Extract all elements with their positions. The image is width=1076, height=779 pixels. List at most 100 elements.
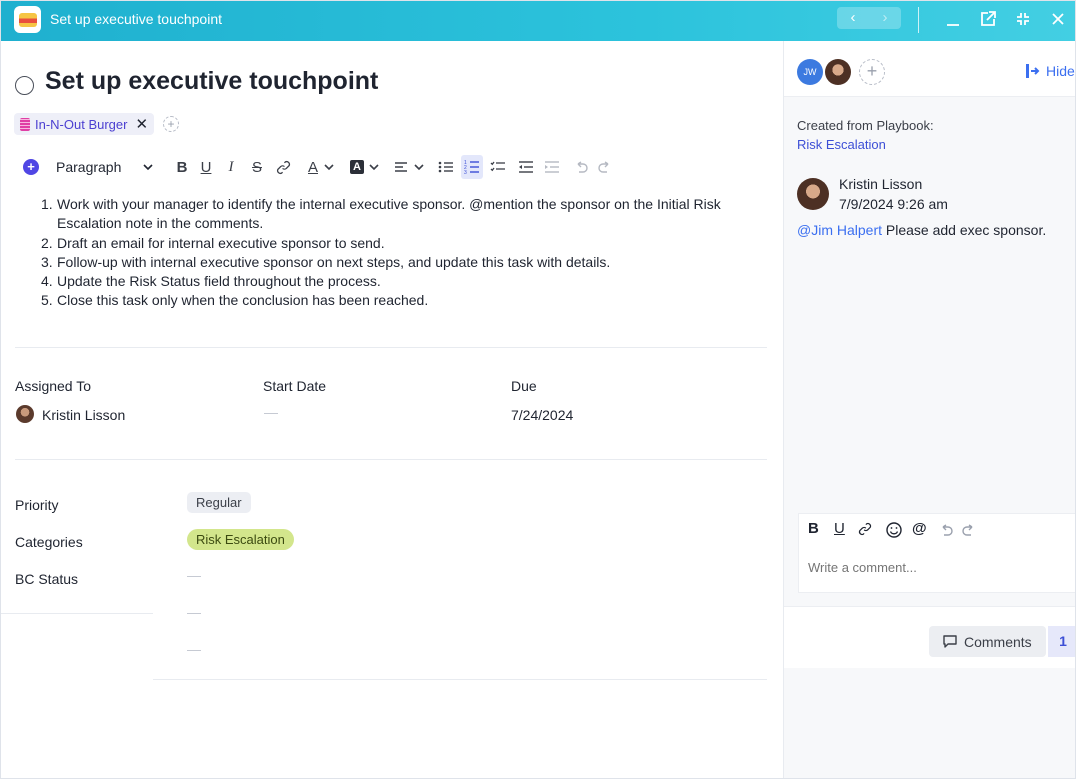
paragraph-style-value: Paragraph (56, 159, 122, 175)
activity-panel: JW + Hide Created from Playbook: Risk Es… (783, 41, 1075, 778)
start-date-label: Start Date (263, 378, 327, 394)
assigned-to-label: Assigned To (15, 378, 92, 394)
due-label: Due (511, 378, 537, 394)
task-description[interactable]: 1. Work with your manager to identify the… (41, 195, 761, 311)
list-number: 2. (41, 234, 53, 251)
align-left-icon[interactable] (393, 155, 409, 179)
text-color-button[interactable]: A (305, 155, 321, 179)
categories-label: Categories (15, 534, 83, 550)
highlight-chevron-icon[interactable] (368, 155, 380, 179)
remove-tag-icon[interactable]: ✕ (135, 115, 148, 133)
previous-record-button[interactable]: ‹ (837, 7, 869, 29)
add-follower-button[interactable]: + (859, 59, 885, 85)
priority-chip[interactable]: Regular (187, 492, 251, 513)
record-nav: ‹ › (837, 7, 901, 29)
account-tag-label: In-N-Out Burger (35, 116, 128, 132)
collapse-icon[interactable] (1011, 7, 1035, 31)
priority-label: Priority (15, 497, 59, 513)
task-title[interactable]: Set up executive touchpoint (45, 67, 378, 96)
comment-link-icon[interactable] (858, 522, 872, 540)
undo-icon[interactable] (573, 155, 589, 179)
list-number: 3. (41, 253, 53, 270)
empty-field-value[interactable] (187, 613, 201, 614)
app-logo-icon (14, 6, 41, 33)
comments-button[interactable]: Comments (929, 626, 1046, 657)
emoji-icon[interactable] (886, 522, 902, 542)
followers-bar: JW + Hide (784, 41, 1075, 97)
bc-status-empty[interactable] (187, 576, 201, 577)
editor-toolbar: + Paragraph B U I S A A 123 (23, 155, 623, 179)
hide-label: Hide (1046, 63, 1075, 79)
comment-input[interactable] (808, 560, 1068, 575)
outdent-icon[interactable] (517, 155, 535, 179)
comment-menu-icon[interactable]: ⋮ (1070, 184, 1075, 204)
italic-button[interactable]: I (223, 155, 239, 179)
pop-out-icon[interactable] (976, 7, 1000, 31)
highlight-label: A (350, 160, 364, 174)
next-record-button[interactable]: › (869, 7, 901, 29)
list-item: 5. Close this task only when the conclusi… (41, 291, 761, 310)
indent-icon[interactable] (543, 155, 561, 179)
list-item: 1. Work with your manager to identify the… (41, 195, 761, 234)
task-window: Set up executive touchpoint ‹ › Set up e… (0, 0, 1076, 779)
text-color-chevron-icon[interactable] (323, 155, 335, 179)
category-chip[interactable]: Risk Escalation (187, 529, 294, 550)
comment-author-avatar (797, 178, 829, 210)
link-icon[interactable] (273, 155, 293, 179)
account-icon (20, 117, 30, 131)
close-icon[interactable] (1046, 7, 1070, 31)
complete-task-checkbox[interactable] (15, 76, 34, 95)
list-item: 3. Follow-up with internal executive spon… (41, 253, 761, 272)
redo-icon[interactable] (597, 155, 613, 179)
empty-field-value[interactable] (187, 650, 201, 651)
hide-panel-icon (1026, 64, 1040, 78)
panel-footer: Comments 1 (784, 606, 1075, 668)
mention-button[interactable]: @ (912, 520, 927, 537)
list-number: 1. (41, 196, 53, 212)
start-date-empty[interactable] (264, 413, 278, 414)
list-item: 2. Draft an email for internal executive … (41, 234, 761, 253)
strikethrough-button[interactable]: S (248, 155, 266, 179)
chevron-down-icon (143, 164, 153, 171)
playbook-link[interactable]: Risk Escalation (797, 137, 886, 152)
assignee-avatar (16, 405, 34, 423)
add-tag-button[interactable]: + (163, 116, 179, 132)
list-item: 4. Update the Risk Status field throughou… (41, 272, 761, 291)
created-from-label: Created from Playbook: (797, 118, 934, 133)
comment-icon (943, 635, 957, 648)
bold-button[interactable]: B (173, 155, 191, 179)
list-item-text: Work with your manager to identify the i… (57, 196, 721, 232)
follower-avatar[interactable] (825, 59, 851, 85)
align-chevron-icon[interactable] (413, 155, 425, 179)
comment-body: @Jim Halpert Please add exec sponsor. (797, 222, 1046, 238)
follower-avatar-jw[interactable]: JW (797, 59, 823, 85)
comment-underline-button[interactable]: U (834, 520, 845, 537)
list-item-text: Close this task only when the conclusion… (57, 292, 429, 309)
comment-redo-icon[interactable] (962, 523, 976, 540)
svg-text:3: 3 (464, 170, 467, 174)
assigned-to-value[interactable]: Kristin Lisson (42, 407, 125, 423)
list-number: 5. (41, 292, 53, 309)
account-tag[interactable]: In-N-Out Burger ✕ (14, 113, 155, 135)
title-bar: Set up executive touchpoint ‹ › (1, 1, 1075, 41)
comment-composer: B U @ (798, 513, 1075, 593)
bullet-list-icon[interactable] (437, 155, 455, 179)
checklist-icon[interactable] (489, 155, 507, 179)
hide-panel-button[interactable]: Hide (1026, 63, 1075, 79)
paragraph-style-select[interactable]: Paragraph (56, 159, 153, 175)
list-item-text: Update the Risk Status field throughout … (57, 273, 381, 290)
highlight-button[interactable]: A (349, 155, 365, 179)
comment-mention[interactable]: @Jim Halpert (797, 222, 882, 238)
comments-button-label: Comments (964, 633, 1032, 650)
window-title: Set up executive touchpoint (50, 11, 223, 27)
comment-bold-button[interactable]: B (808, 520, 819, 537)
title-bar-divider (918, 7, 919, 33)
numbered-list-icon[interactable]: 123 (461, 155, 483, 179)
due-date-value[interactable]: 7/24/2024 (511, 407, 573, 423)
minimize-icon[interactable] (941, 7, 965, 31)
divider (1, 613, 153, 614)
comment-undo-icon[interactable] (939, 523, 953, 540)
underline-button[interactable]: U (197, 155, 215, 179)
list-item-text: Follow-up with internal executive sponso… (57, 253, 611, 270)
add-block-button[interactable]: + (23, 159, 39, 175)
